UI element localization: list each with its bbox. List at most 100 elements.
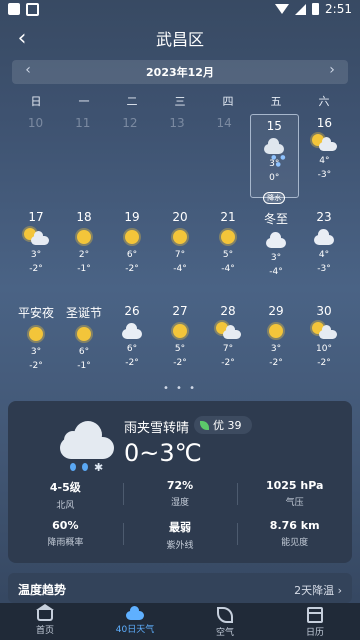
high-temp: 7° <box>222 344 234 354</box>
temperature-trend-bar[interactable]: 温度趋势 2天降温 › <box>8 573 352 603</box>
aqi-badge[interactable]: 优 39 <box>194 416 252 434</box>
stat-rain-probability: 60% 降雨概率 <box>47 519 84 548</box>
stat-pressure: 1025 hPa 气压 <box>237 479 352 519</box>
high-temp: 6° <box>126 344 138 354</box>
calendar-day-cell[interactable]: 26 6° -2° <box>108 300 156 394</box>
high-temp: 3° <box>270 344 282 354</box>
high-temp: 5° <box>222 250 234 260</box>
high-temp: 6° <box>78 347 90 357</box>
low-temp: -4° <box>173 264 187 274</box>
next-month-button[interactable]: › <box>320 62 344 82</box>
month-label: 2023年12月 <box>146 66 214 79</box>
sunny-icon <box>119 228 145 248</box>
aqi-text: 优 39 <box>213 419 242 432</box>
calendar-day-cell[interactable]: 17 3° -2° <box>12 206 60 300</box>
partly-cloudy-icon <box>215 322 241 342</box>
sunny-icon <box>71 228 97 248</box>
sunny-icon <box>263 322 289 342</box>
weekday-label: 二 <box>126 95 138 108</box>
day-detail-card: ✱ 雨夹雪转晴 优 39 0~3℃ 4-5级 北风 72% 湿度 1025 hP… <box>8 401 352 563</box>
day-number: 19 <box>124 210 140 224</box>
calendar-day-cell[interactable]: 16 4° -3° <box>301 112 348 206</box>
day-number: 10 <box>27 116 44 130</box>
low-temp: 0° <box>269 173 280 183</box>
day-number: 20 <box>172 210 188 224</box>
cloudy-icon <box>119 322 145 342</box>
cloudy-icon <box>311 228 337 248</box>
calendar-day-cell[interactable]: 21 5° -4° <box>204 206 252 300</box>
calendar-day-cell[interactable]: 29 3° -2° <box>252 300 300 394</box>
partly-cloudy-icon <box>311 134 338 154</box>
wifi-icon <box>275 4 290 14</box>
calendar-day-cell[interactable]: 冬至 3° -4° <box>252 206 300 300</box>
low-temp: -4° <box>269 267 283 277</box>
nav-air[interactable]: 空气 <box>180 603 270 640</box>
low-temp: -2° <box>173 358 187 368</box>
calendar-day-cell[interactable]: 19 6° -2° <box>108 206 156 300</box>
high-temp: 3° <box>30 347 42 357</box>
low-temp: -1° <box>77 361 91 371</box>
nav-40day[interactable]: 40日天气 <box>90 603 180 640</box>
day-number: 12 <box>122 116 138 130</box>
calendar-day-cell[interactable]: 圣诞节 6° -1° <box>60 300 108 394</box>
day-number: 11 <box>75 116 91 130</box>
day-number: 17 <box>28 210 44 224</box>
pager-dots: • • • <box>162 383 198 394</box>
day-number: 13 <box>169 116 185 130</box>
day-number: 15 <box>266 119 282 133</box>
sunny-icon <box>167 322 193 342</box>
day-number: 平安夜 <box>17 306 54 320</box>
calendar-day-cell[interactable]: 28 7° -2° <box>204 300 252 394</box>
day-number: 14 <box>216 116 232 130</box>
high-temp: 3° <box>270 253 282 263</box>
high-temp: 3° <box>30 250 42 260</box>
weekday-label: 日 <box>30 95 42 108</box>
calendar-day-cell[interactable]: 20 7° -4° <box>156 206 204 300</box>
high-temp: 6° <box>126 250 138 260</box>
stat-uv: 最弱 紫外线 <box>122 519 238 559</box>
low-temp: -2° <box>125 358 139 368</box>
calendar-day-cell: 14 <box>201 112 248 206</box>
day-number: 圣诞节 <box>65 306 102 320</box>
calendar-day-cell[interactable]: 23 4° -3° <box>300 206 348 300</box>
status-time: 2:51 <box>325 2 352 16</box>
calendar-day-cell[interactable]: 30 10° -2° <box>300 300 348 394</box>
low-temp: -2° <box>317 358 331 368</box>
nav-calendar[interactable]: 日历 <box>270 603 360 640</box>
calendar-day-cell[interactable]: 15 ● ● ● 3° 0° 降水 <box>249 114 299 204</box>
partly-cloudy-icon <box>311 322 337 342</box>
cloud-icon <box>126 606 144 620</box>
day-number: 29 <box>268 304 284 318</box>
high-temp: 5° <box>174 344 186 354</box>
weekday-header: 日 一 二 三 四 五 六 <box>12 93 348 109</box>
rain-snow-icon: ✱ <box>56 419 118 474</box>
low-temp: -3° <box>317 264 331 274</box>
calendar-day-cell[interactable]: 27 5° -2° <box>156 300 204 394</box>
weekday-label: 一 <box>78 95 90 108</box>
high-temp: 2° <box>78 250 90 260</box>
calendar-day-cell[interactable]: 18 2° -1° <box>60 206 108 300</box>
trend-label: 温度趋势 <box>18 583 67 597</box>
high-temp: 7° <box>174 250 186 260</box>
trend-link[interactable]: 2天降温 › <box>294 582 342 598</box>
condition-text: 雨夹雪转晴 <box>124 421 190 436</box>
partly-cloudy-icon <box>23 228 49 248</box>
low-temp: -3° <box>317 170 332 180</box>
calendar-day-cell: 13 <box>153 112 200 206</box>
day-number: 26 <box>124 304 140 318</box>
high-temp: 4° <box>319 156 330 166</box>
calendar-day-cell: 10 <box>12 112 59 206</box>
header: ‹ 武昌区 <box>0 20 360 56</box>
rain-snow-icon: ● ● ● <box>261 137 287 168</box>
low-temp: -1° <box>77 264 91 274</box>
day-number: 27 <box>172 304 188 318</box>
day-number: 冬至 <box>263 212 288 226</box>
sunny-icon <box>71 325 97 345</box>
day-number: 16 <box>316 116 333 130</box>
chevron-right-icon: › <box>329 62 335 78</box>
leaf-icon <box>200 420 209 430</box>
calendar-day-cell[interactable]: 平安夜 3° -2° <box>12 300 60 394</box>
calendar-week-row: 17 3° -2° 18 2° -1° 19 6° -2° 20 7° -4° 21 5° -4° 冬至 3° -… <box>12 206 348 300</box>
nav-home[interactable]: 首页 <box>0 603 90 640</box>
calendar-day-cell: 11 <box>59 112 106 206</box>
